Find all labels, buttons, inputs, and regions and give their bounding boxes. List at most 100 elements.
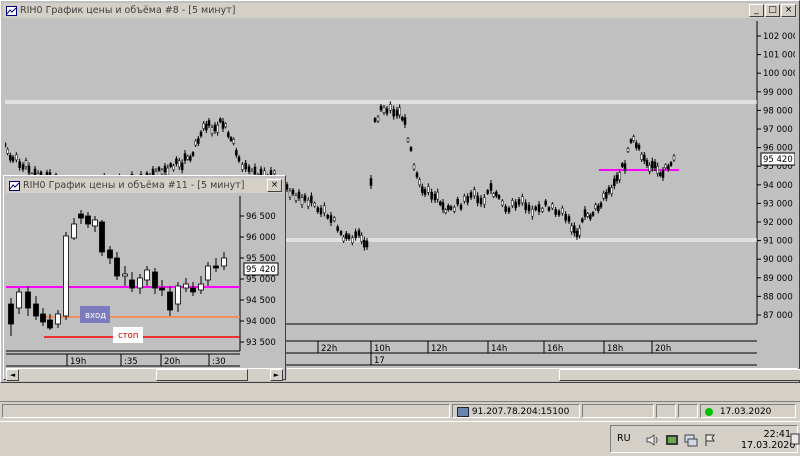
candle-body <box>607 187 611 193</box>
speaker-icon[interactable] <box>645 433 659 447</box>
close-button[interactable]: × <box>781 4 796 17</box>
candle-body <box>401 116 404 121</box>
candle-body <box>160 169 164 175</box>
candle-body <box>412 164 416 170</box>
candle-body <box>602 192 605 199</box>
sub-scroll-thumb[interactable] <box>156 369 248 381</box>
candle-body <box>514 201 517 209</box>
candle-body <box>288 190 292 198</box>
main-price-badge: 95 420 <box>763 155 793 165</box>
maximize-button[interactable]: □ <box>765 4 780 17</box>
candle-body <box>561 207 564 214</box>
candle-body <box>623 163 627 171</box>
candle-body <box>21 164 25 170</box>
status-bar: 91.207.78.204:15100 17.03.2020 <box>0 401 800 421</box>
candle-body <box>347 234 351 240</box>
candle-body <box>389 104 392 111</box>
candle-body <box>232 139 235 144</box>
candle-body <box>551 203 554 209</box>
language-indicator[interactable]: RU <box>617 433 631 444</box>
flag-icon[interactable] <box>703 433 717 447</box>
status-panel-2 <box>582 404 654 418</box>
sub-candle-body <box>221 257 227 267</box>
candle-body <box>459 204 463 210</box>
candle-body <box>273 170 276 175</box>
main-scroll-thumb[interactable] <box>559 369 800 381</box>
main-price-tick: 102 000 <box>763 32 795 42</box>
candle-body <box>291 189 295 195</box>
sub-chart-titlebar[interactable]: RIH0 График цены и объёма #11 - [5 минут… <box>6 178 283 193</box>
candle-body <box>626 148 630 152</box>
main-chart-title: RIH0 График цены и объёма #8 - [5 минут] <box>20 5 236 16</box>
sub-candle-body <box>55 313 61 325</box>
main-time-tick: 22h <box>321 344 337 354</box>
candle-body <box>329 215 333 223</box>
candle-body <box>640 154 643 160</box>
sub-time-tick: :35 <box>124 357 138 367</box>
candle-body <box>643 154 646 162</box>
candle-body <box>667 165 670 170</box>
sub-chart-window[interactable]: RIH0 График цены и объёма #11 - [5 минут… <box>3 175 286 381</box>
sub-horizontal-scrollbar[interactable]: ◄ ► <box>6 368 283 381</box>
sub-candle-body <box>85 215 91 225</box>
candle-body <box>172 165 175 170</box>
scroll-right-button[interactable]: ► <box>270 369 283 381</box>
action-center-icon[interactable] <box>790 432 800 446</box>
candle-body <box>336 226 339 231</box>
sub-candle-body <box>40 313 46 323</box>
main-price-tick: 92 000 <box>763 218 793 228</box>
candle-body <box>313 202 316 207</box>
sub-price-tick: 96 000 <box>246 233 276 243</box>
candle-body <box>610 187 613 194</box>
candle-body <box>319 207 323 215</box>
clock-date: 17.03.2020 <box>741 440 796 451</box>
candle-body <box>11 156 15 162</box>
candle-body <box>483 197 486 205</box>
candle-body <box>564 214 567 221</box>
candle-body <box>589 214 592 220</box>
candle-body <box>621 163 624 167</box>
scroll-left-button[interactable]: ◄ <box>6 369 19 381</box>
candle-body <box>306 199 310 207</box>
connection-icon <box>457 407 469 417</box>
main-price-tick: 98 000 <box>763 106 793 116</box>
candle-body <box>363 239 366 248</box>
sub-price-chart[interactable]: вход стоп 96 50096 00095 50095 00094 500… <box>6 196 283 371</box>
candle-body <box>436 191 439 200</box>
candle-body <box>237 156 241 162</box>
candle-body <box>423 189 427 195</box>
sub-candle-body <box>16 291 22 309</box>
candle-body <box>398 107 401 116</box>
candle-body <box>427 186 430 193</box>
candle-body <box>339 231 343 235</box>
sub-chart-title: RIH0 График цены и объёма #11 - [5 минут… <box>23 180 245 191</box>
candle-body <box>180 162 184 171</box>
sub-candle-body <box>114 257 120 277</box>
candle-body <box>345 233 348 239</box>
candle-body <box>486 190 489 194</box>
candle-body <box>629 139 633 143</box>
graphics-icon[interactable] <box>665 433 679 447</box>
candle-body <box>310 195 313 204</box>
sub-candle-body <box>71 223 77 239</box>
main-horizontal-scrollbar[interactable] <box>287 368 800 381</box>
candle-body <box>27 165 31 174</box>
candle-body <box>297 191 301 199</box>
candle-body <box>664 164 667 169</box>
main-price-tick: 90 000 <box>763 255 793 265</box>
network-icon[interactable] <box>684 433 698 447</box>
candle-body <box>672 155 676 161</box>
candle-body <box>221 121 225 129</box>
sub-candle-body <box>107 249 113 259</box>
candle-body <box>403 117 407 125</box>
candle-body <box>169 163 172 167</box>
candle-body <box>469 192 473 198</box>
sub-close-button[interactable]: × <box>267 179 282 192</box>
main-chart-titlebar[interactable]: RIH0 График цены и объёма #8 - [5 минут]… <box>3 3 797 18</box>
main-time-tick: 18h <box>607 344 623 354</box>
candle-body <box>406 138 410 142</box>
connection-panel: 91.207.78.204:15100 <box>452 404 580 418</box>
minimize-button[interactable]: _ <box>749 4 764 17</box>
clock[interactable]: 22:41 17.03.2020 <box>741 429 796 451</box>
main-price-tick: 96 000 <box>763 144 793 154</box>
